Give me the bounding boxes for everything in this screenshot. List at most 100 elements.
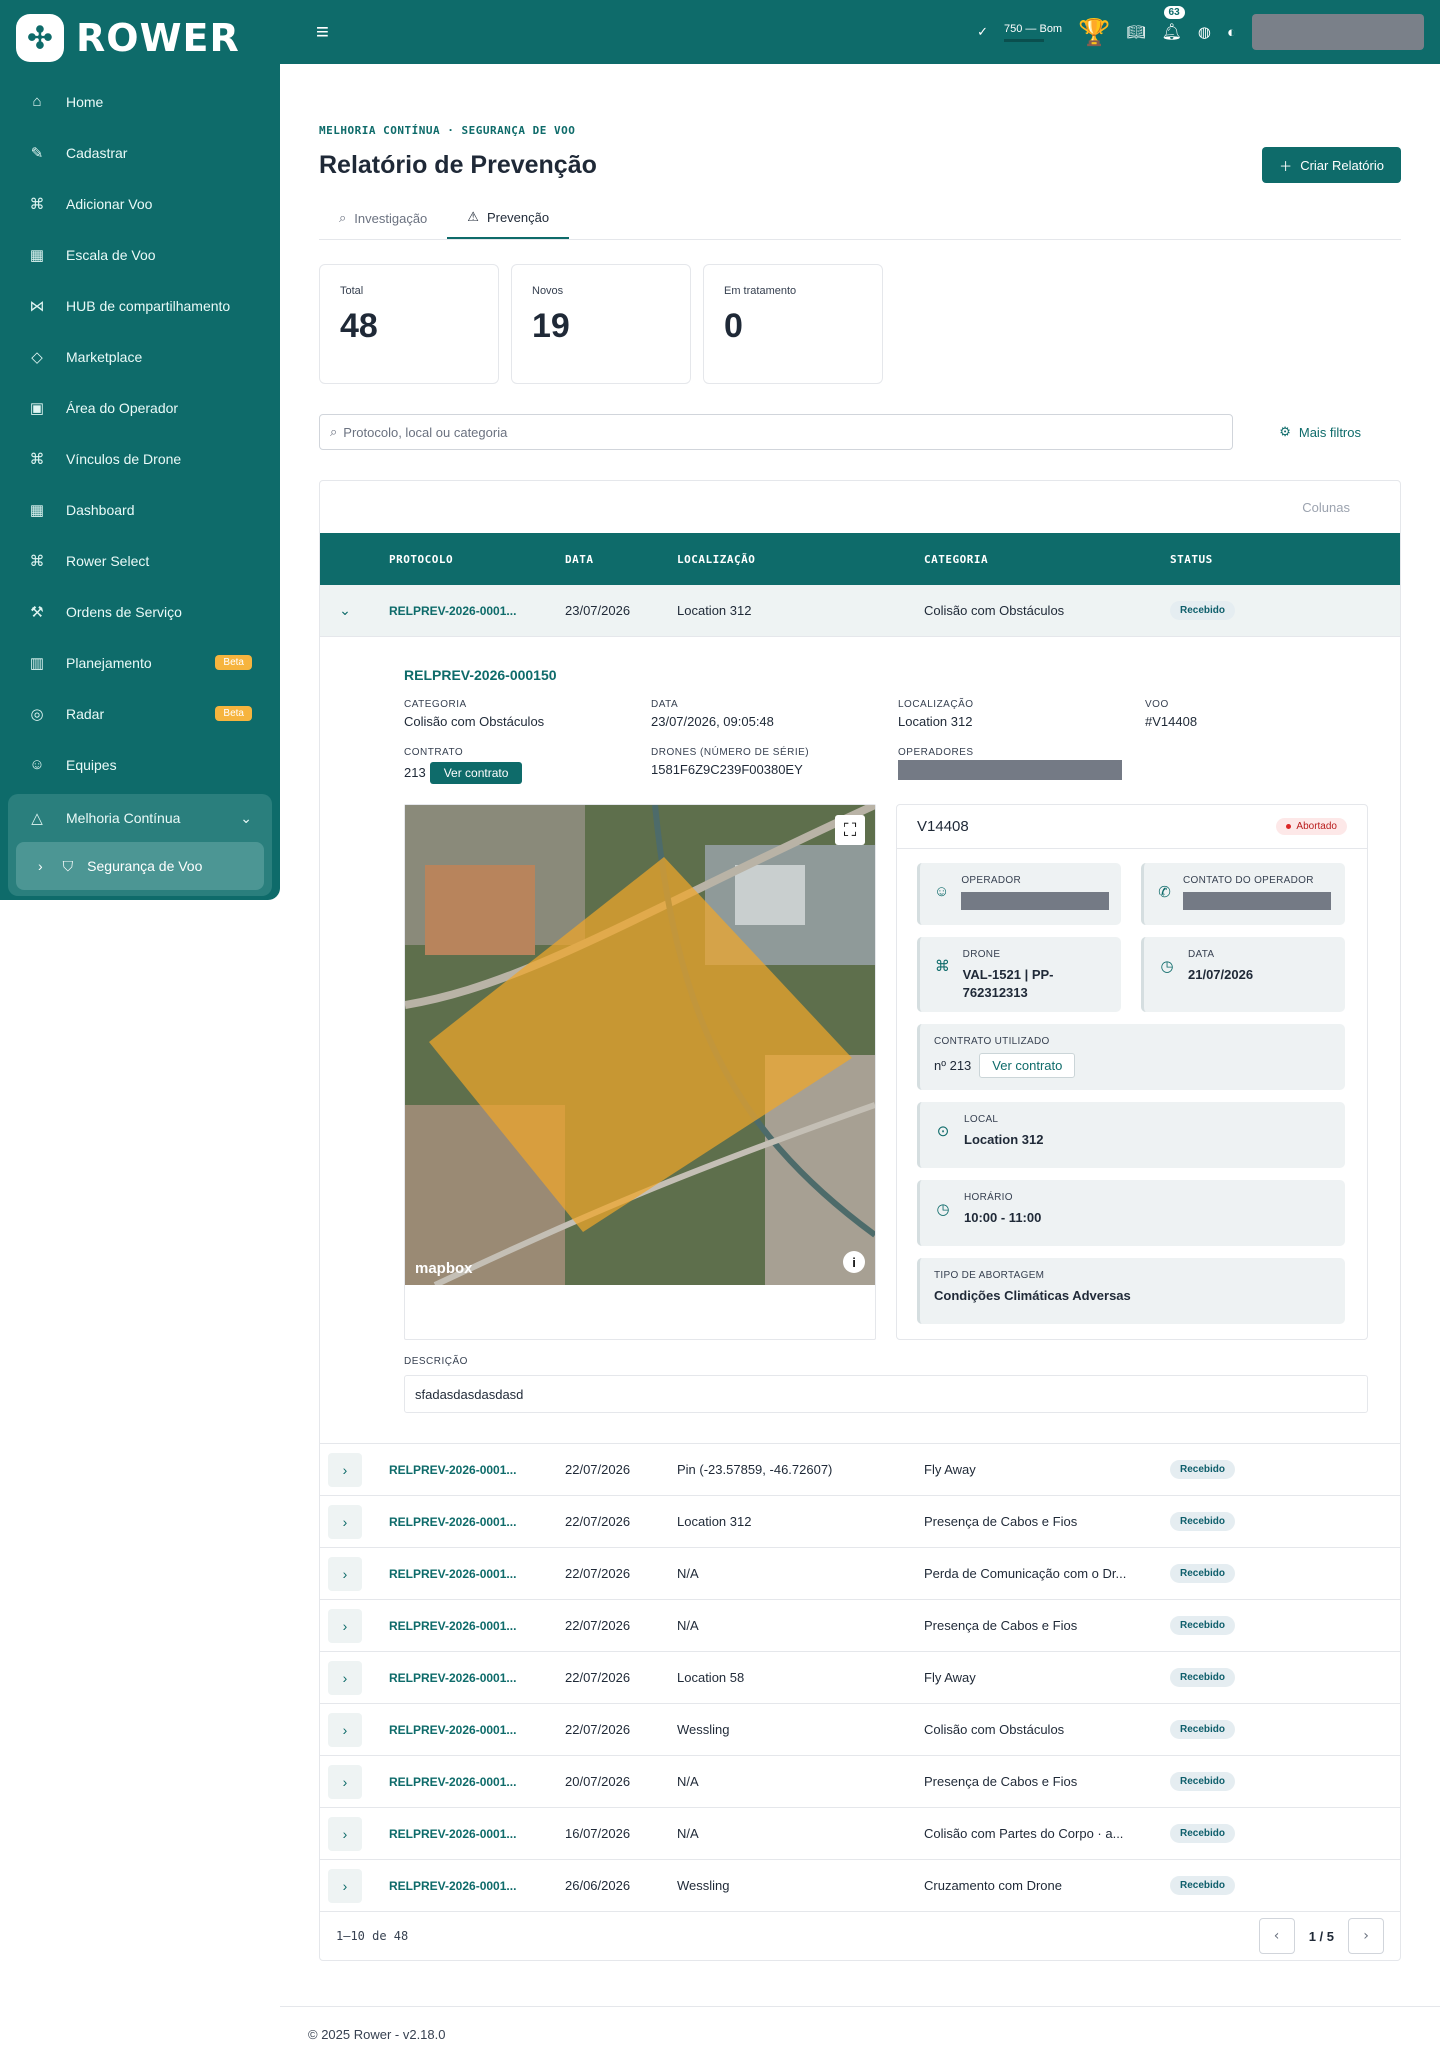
tab-investigacao[interactable]: ⌕ Investigação <box>319 197 447 239</box>
col-category[interactable]: CATEGORIA <box>924 553 1170 566</box>
row-location: Wessling <box>677 1878 730 1893</box>
trophy-icon[interactable]: 🏆 <box>1078 17 1110 48</box>
col-protocol[interactable]: PROTOCOLO <box>389 553 565 566</box>
table-row[interactable]: › RELPREV-2026-0001... 16/07/2026 N/A Colisã… <box>320 1808 1400 1860</box>
sidebar-item--rea-do-operador[interactable]: ▣ Área do Operador <box>8 382 272 433</box>
sidebar: ✣ ROWER ⌂ Home ✎ Cadastrar ⌘ Adicionar Voo ▦ Es… <box>0 0 280 900</box>
sidebar-item-label: Equipes <box>66 756 117 773</box>
row-location: N/A <box>677 1774 699 1789</box>
row-date: 22/07/2026 <box>565 1514 631 1529</box>
sidebar-item-radar[interactable]: ◎ Radar Beta <box>8 688 272 739</box>
globe-icon[interactable]: ◍ <box>1198 23 1211 41</box>
next-page-icon[interactable]: › <box>1348 1918 1384 1954</box>
table-row[interactable]: › RELPREV-2026-0001... 22/07/2026 Location … <box>320 1496 1400 1548</box>
prev-page-icon[interactable]: ‹ <box>1258 1918 1295 1954</box>
map[interactable]: ⛶ mapbox i <box>405 805 875 1285</box>
row-protocol[interactable]: RELPREV-2026-0001... <box>389 1775 565 1789</box>
clock-icon: ◷ <box>936 1201 950 1219</box>
fullscreen-icon[interactable]: ⛶ <box>835 815 865 845</box>
sidebar-item-cadastrar[interactable]: ✎ Cadastrar <box>8 127 272 178</box>
sidebar-item-escala-de-voo[interactable]: ▦ Escala de Voo <box>8 229 272 280</box>
expand-chevron-icon[interactable]: › <box>328 1868 362 1903</box>
contract-card: CONTRATO UTILIZADO nº 213 Ver contrato <box>917 1024 1345 1091</box>
status-badge: Recebido <box>1170 1512 1236 1531</box>
table-row[interactable]: › RELPREV-2026-0001... 22/07/2026 Pin (-23.… <box>320 1444 1400 1496</box>
row-protocol[interactable]: RELPREV-2026-0001... <box>389 1463 565 1477</box>
sidebar-item-label: Segurança de Voo <box>87 858 203 874</box>
more-filters-button[interactable]: ⚙ Mais filtros <box>1279 424 1361 440</box>
page-title: Relatório de Prevenção <box>319 150 597 179</box>
bell-icon[interactable]: 🔔︎ 63 <box>1162 6 1185 42</box>
col-location[interactable]: LOCALIZAÇÃO <box>677 553 924 566</box>
sidebar-item-adicionar-voo[interactable]: ⌘ Adicionar Voo <box>8 178 272 229</box>
tab-prevencao[interactable]: ⚠ Prevenção <box>447 197 570 239</box>
columns-button[interactable]: Colunas <box>1302 500 1350 515</box>
user-icon: ☺ <box>934 883 950 900</box>
search-input[interactable]: ⌕ Protocolo, local ou categoria <box>319 414 1233 450</box>
field-label: DRONES (NÚMERO DE SÉRIE) <box>651 747 810 758</box>
expand-chevron-icon[interactable]: › <box>328 1452 362 1487</box>
view-contract-button[interactable]: Ver contrato <box>979 1053 1076 1079</box>
sidebar-item-rower-select[interactable]: ⌘ Rower Select <box>8 535 272 586</box>
sidebar-item-dashboard[interactable]: ▦ Dashboard <box>8 484 272 535</box>
view-contract-button[interactable]: Ver contrato <box>429 762 523 784</box>
row-protocol[interactable]: RELPREV-2026-0001... <box>389 1671 565 1685</box>
score-widget[interactable]: 750 — Bom <box>1004 23 1062 42</box>
table-row[interactable]: › RELPREV-2026-0001... 20/07/2026 N/A Presen… <box>320 1756 1400 1808</box>
mapbox-logo: mapbox <box>415 1260 473 1277</box>
row-protocol[interactable]: RELPREV-2026-0001... <box>389 1619 565 1633</box>
user-menu[interactable] <box>1252 14 1424 50</box>
sidebar-item-seguranca-de-voo[interactable]: › ⛉ Segurança de Voo <box>16 842 264 890</box>
row-location: Location 58 <box>677 1670 745 1685</box>
expand-chevron-icon[interactable]: › <box>328 1764 362 1799</box>
table-row[interactable]: › RELPREV-2026-0001... 22/07/2026 N/A Perda … <box>320 1548 1400 1600</box>
create-report-button[interactable]: ＋ Criar Relatório <box>1262 147 1401 183</box>
theme-icon[interactable]: ◐ <box>1227 24 1236 41</box>
sidebar-item-equipes[interactable]: ☺ Equipes <box>8 739 272 790</box>
table-row[interactable]: › RELPREV-2026-0001... 26/06/2026 Wessling C… <box>320 1860 1400 1912</box>
expand-chevron-icon[interactable]: › <box>328 1556 362 1591</box>
collapse-chevron-icon[interactable]: ⌄ <box>328 593 362 628</box>
col-date[interactable]: DATA <box>565 553 677 566</box>
row-protocol[interactable]: RELPREV-2026-0001... <box>389 1567 565 1581</box>
abort-type-card: TIPO DE ABORTAGEM Condições Climáticas Ad… <box>917 1258 1345 1325</box>
stats: Total 48 Novos 19 Em tratamento 0 <box>319 264 1401 384</box>
logo[interactable]: ✣ ROWER <box>0 0 280 76</box>
phone-icon: ✆ <box>1158 884 1171 901</box>
expand-chevron-icon[interactable]: › <box>328 1712 362 1747</box>
expand-chevron-icon[interactable]: › <box>328 1504 362 1539</box>
book-icon[interactable]: 📖︎ <box>1126 23 1145 41</box>
row-protocol[interactable]: RELPREV-2026-0001... <box>389 604 565 618</box>
expand-chevron-icon[interactable]: › <box>328 1660 362 1695</box>
row-protocol[interactable]: RELPREV-2026-0001... <box>389 1827 565 1841</box>
col-status[interactable]: STATUS <box>1170 553 1350 566</box>
info-icon[interactable]: i <box>843 1251 865 1273</box>
table-row-selected[interactable]: ⌄ RELPREV-2026-0001... 23/07/2026 Locati… <box>320 585 1400 637</box>
sidebar-item-melhoria-continua[interactable]: △ Melhoria Contínua ⌄ <box>8 794 272 842</box>
sidebar-item-planejamento[interactable]: ▥ Planejamento Beta <box>8 637 272 688</box>
check-icon: ✓ <box>977 24 989 39</box>
menu-icon[interactable]: ≡ <box>316 19 329 45</box>
row-protocol[interactable]: RELPREV-2026-0001... <box>389 1723 565 1737</box>
detail-protocol[interactable]: RELPREV-2026-000150 <box>404 667 1368 683</box>
expand-chevron-icon[interactable]: › <box>328 1608 362 1643</box>
expand-chevron-icon[interactable]: › <box>328 1816 362 1851</box>
table-row[interactable]: › RELPREV-2026-0001... 22/07/2026 Wessling C… <box>320 1704 1400 1756</box>
sidebar-item-ordens-de-servi-o[interactable]: ⚒ Ordens de Serviço <box>8 586 272 637</box>
sidebar-item-hub-de-compartilhamento[interactable]: ⋈ HUB de compartilhamento <box>8 280 272 331</box>
detail-location: Location 312 <box>898 714 973 729</box>
sidebar-item-home[interactable]: ⌂ Home <box>8 76 272 127</box>
table-row[interactable]: › RELPREV-2026-0001... 22/07/2026 N/A Presen… <box>320 1600 1400 1652</box>
date-card: ◷ DATA 21/07/2026 <box>1141 937 1345 1013</box>
row-location: N/A <box>677 1618 699 1633</box>
search-placeholder: Protocolo, local ou categoria <box>343 424 508 440</box>
row-protocol[interactable]: RELPREV-2026-0001... <box>389 1879 565 1893</box>
tab-label: Investigação <box>354 210 428 226</box>
table-body: › RELPREV-2026-0001... 22/07/2026 Pin (-23.… <box>320 1444 1400 1912</box>
table-row[interactable]: › RELPREV-2026-0001... 22/07/2026 Location … <box>320 1652 1400 1704</box>
sidebar-item-label: Cadastrar <box>66 144 128 161</box>
sidebar-item-marketplace[interactable]: ◇ Marketplace <box>8 331 272 382</box>
sidebar-item-v-nculos-de-drone[interactable]: ⌘ Vínculos de Drone <box>8 433 272 484</box>
row-protocol[interactable]: RELPREV-2026-0001... <box>389 1515 565 1529</box>
wrench-icon: ⚒ <box>30 603 44 621</box>
